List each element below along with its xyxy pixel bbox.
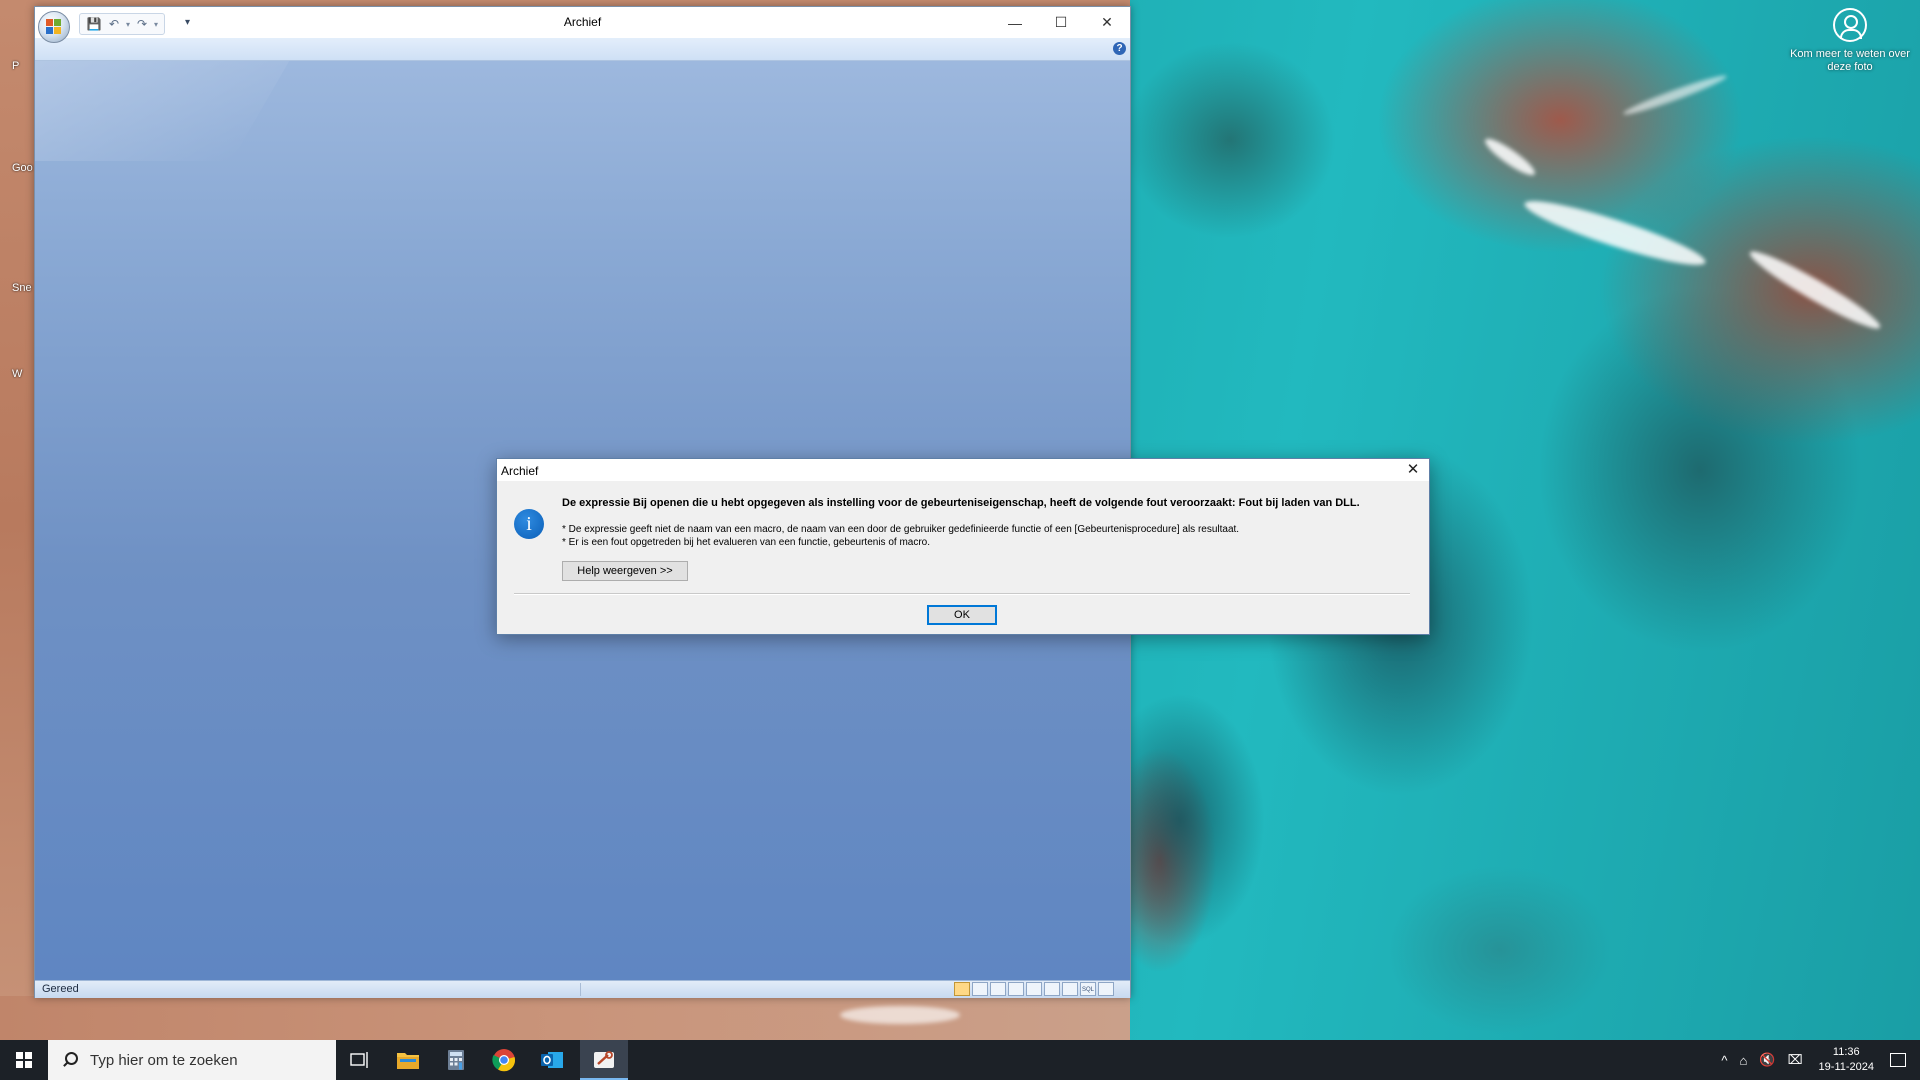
dialog-titlebar[interactable]: Archief ✕	[497, 459, 1429, 481]
folder-icon	[397, 1053, 419, 1069]
wallpaper-surf	[1481, 134, 1539, 180]
minimize-button[interactable]: —	[992, 7, 1038, 38]
wallpaper-sand-bottom	[0, 996, 1130, 1040]
task-view-button[interactable]	[336, 1040, 384, 1080]
show-help-button[interactable]: Help weergeven >>	[562, 561, 688, 581]
dialog-divider	[514, 593, 1410, 595]
calculator-button[interactable]	[432, 1040, 480, 1080]
error-details: * De expressie geeft niet de naam van ee…	[562, 523, 1422, 549]
wallpaper-surf	[1745, 243, 1885, 337]
pivottable-view-icon[interactable]	[990, 982, 1006, 996]
status-bar: Gereed SQL	[35, 980, 1130, 998]
system-tray: ^ ⌂ 🔇 ⌧ 11:36 19-11-2024	[1715, 1040, 1920, 1080]
show-hidden-icons-icon[interactable]: ^	[1721, 1053, 1727, 1068]
office-button[interactable]	[38, 11, 70, 43]
spotlight-label: Kom meer te weten over deze foto	[1790, 48, 1910, 73]
error-dialog: Archief ✕ i De expressie Bij openen die …	[496, 458, 1430, 635]
clock[interactable]: 11:36 19-11-2024	[1819, 1045, 1874, 1075]
sql-view-icon[interactable]: SQL	[1080, 982, 1096, 996]
wallpaper-surf	[840, 1006, 960, 1024]
datasheet-view-icon[interactable]	[972, 982, 988, 996]
pivotchart-view-icon[interactable]	[1008, 982, 1024, 996]
calculator-icon	[448, 1050, 464, 1070]
desktop-icon-label[interactable]: W	[12, 368, 22, 380]
design-view-icon[interactable]	[1098, 982, 1114, 996]
access-key-icon	[594, 1051, 614, 1068]
taskbar: Typ hier om te zoeken ^ ⌂ 🔇 ⌧ 11:36 19-1…	[0, 1040, 1920, 1080]
dialog-close-button[interactable]: ✕	[1403, 461, 1423, 479]
notification-center-icon[interactable]	[1890, 1053, 1906, 1067]
task-view-icon	[350, 1052, 368, 1068]
ribbon-collapsed: ?	[35, 38, 1130, 61]
close-button[interactable]: ✕	[1084, 7, 1130, 38]
maximize-button[interactable]: ☐	[1038, 7, 1084, 38]
file-explorer-button[interactable]	[384, 1040, 432, 1080]
status-text: Gereed	[42, 983, 79, 995]
error-detail-line: * De expressie geeft niet de naam van ee…	[562, 524, 1240, 535]
window-controls: — ☐ ✕	[992, 7, 1130, 38]
layout-view-icon[interactable]	[1026, 982, 1042, 996]
chrome-button[interactable]	[480, 1040, 528, 1080]
status-divider	[580, 983, 581, 996]
help-icon[interactable]: ?	[1113, 42, 1126, 55]
report-view-icon[interactable]	[1062, 982, 1078, 996]
print-preview-icon[interactable]	[1044, 982, 1060, 996]
windows-logo-icon	[16, 1052, 32, 1068]
view-switcher: SQL	[954, 982, 1114, 996]
window-title: Archief	[563, 15, 602, 29]
form-view-icon[interactable]	[954, 982, 970, 996]
network-icon[interactable]: ⌧	[1788, 1052, 1803, 1068]
outlook-button[interactable]	[528, 1040, 576, 1080]
wallpaper-surf	[1520, 191, 1710, 275]
office-logo-icon	[54, 27, 61, 34]
meet-now-icon[interactable]: ⌂	[1740, 1053, 1748, 1068]
spotlight-info[interactable]: Kom meer te weten over deze foto	[1790, 8, 1910, 74]
taskbar-search[interactable]: Typ hier om te zoeken	[48, 1040, 336, 1080]
desktop-icon-label[interactable]: Goo	[12, 162, 33, 174]
info-icon: i	[514, 509, 544, 539]
access-taskbar-button[interactable]	[580, 1040, 628, 1080]
error-message: De expressie Bij openen die u hebt opgeg…	[562, 497, 1360, 509]
office-logo-icon	[46, 27, 53, 34]
window-titlebar[interactable]: 💾 ↶ ▾ ↷ ▾ ▾ Archief — ☐ ✕	[35, 7, 1130, 43]
error-detail-line: * Er is een fout opgetreden bij het eval…	[562, 537, 931, 548]
office-logo-icon	[54, 19, 61, 26]
start-button[interactable]	[0, 1040, 48, 1080]
clock-date: 19-11-2024	[1818, 1061, 1874, 1073]
ok-button[interactable]: OK	[927, 605, 997, 625]
wallpaper-surf	[1621, 71, 1729, 119]
volume-muted-icon[interactable]: 🔇	[1759, 1052, 1775, 1068]
outlook-icon	[541, 1052, 563, 1068]
desktop-icon-label[interactable]: P	[12, 60, 19, 72]
camera-person-icon	[1833, 8, 1867, 42]
search-icon	[62, 1052, 78, 1068]
clock-time: 11:36	[1832, 1046, 1860, 1058]
chrome-icon	[492, 1049, 516, 1072]
office-logo-icon	[46, 19, 53, 26]
desktop-icon-label[interactable]: Sne	[12, 282, 32, 294]
search-placeholder: Typ hier om te zoeken	[90, 1051, 238, 1069]
workspace-sheen	[35, 61, 359, 161]
dialog-title: Archief	[501, 464, 539, 478]
